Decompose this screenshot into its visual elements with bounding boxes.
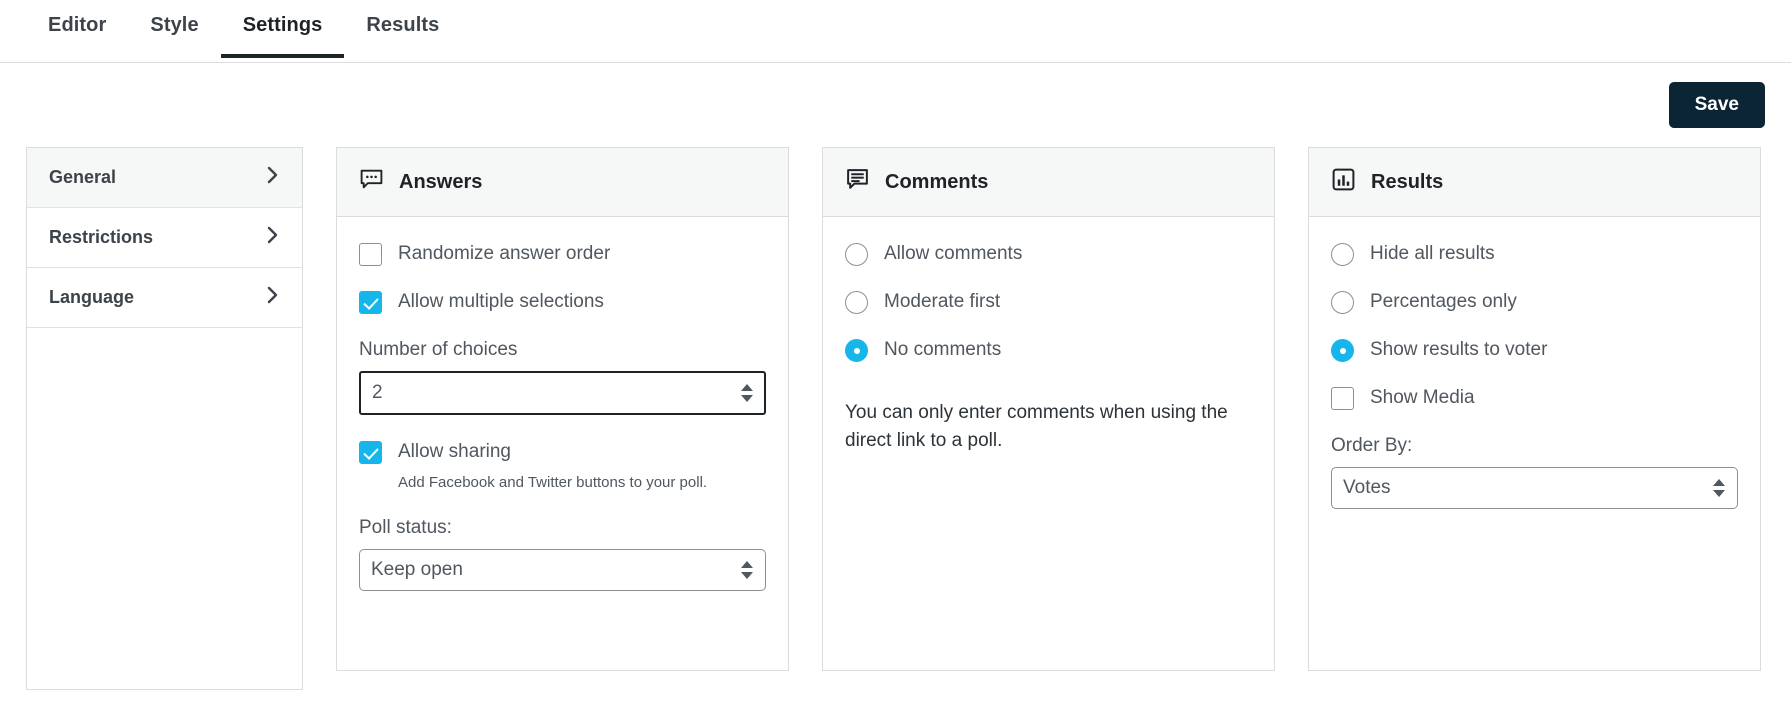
tab-style[interactable]: Style <box>128 0 220 57</box>
sidebar-item-language[interactable]: Language <box>27 268 302 328</box>
sidebar-item-general[interactable]: General <box>27 148 302 208</box>
number-of-choices-input[interactable] <box>359 370 766 415</box>
settings-sidebar: General Restrictions Language <box>26 147 303 690</box>
results-panel-header: Results <box>1309 148 1760 217</box>
chevron-right-icon <box>266 285 280 310</box>
checkbox-allow-sharing[interactable]: Allow sharing <box>359 440 766 464</box>
radio-circle[interactable] <box>845 291 868 314</box>
checkbox-label: Allow multiple selections <box>398 291 604 313</box>
bar-chart-icon <box>1331 167 1356 197</box>
answers-panel: Answers Randomize answer order Allow mul… <box>336 147 789 671</box>
poll-status-label: Poll status: <box>359 517 452 539</box>
number-of-choices-field <box>359 370 766 415</box>
radio-label: Hide all results <box>1370 243 1495 265</box>
comments-panel-header: Comments <box>823 148 1274 217</box>
radio-allow-comments[interactable]: Allow comments <box>845 243 1252 266</box>
radio-hide-all-results[interactable]: Hide all results <box>1331 243 1738 266</box>
answers-panel-body: Randomize answer order Allow multiple se… <box>337 217 788 670</box>
checkbox-randomize-answer-order[interactable]: Randomize answer order <box>359 243 766 266</box>
checkbox-box[interactable] <box>359 291 382 314</box>
number-of-choices-label: Number of choices <box>359 339 518 360</box>
checkbox-label: Randomize answer order <box>398 243 611 265</box>
comments-panel-body: Allow comments Moderate first No comment… <box>823 217 1274 670</box>
radio-label: No comments <box>884 339 1002 361</box>
sidebar-item-label: Language <box>49 286 135 307</box>
main-tab-bar: Editor Style Settings Results <box>0 0 1791 63</box>
checkbox-label: Show Media <box>1370 387 1475 409</box>
sidebar-item-label: Restrictions <box>49 226 154 247</box>
order-by-select[interactable] <box>1331 466 1738 509</box>
radio-moderate-first[interactable]: Moderate first <box>845 291 1252 314</box>
checkbox-box[interactable] <box>1331 387 1354 410</box>
radio-show-results-to-voter[interactable]: Show results to voter <box>1331 339 1738 362</box>
radio-label: Show results to voter <box>1370 339 1548 361</box>
radio-circle[interactable] <box>845 243 868 266</box>
chevron-right-icon <box>266 165 280 190</box>
panel-title: Results <box>1371 171 1444 193</box>
sidebar-item-label: General <box>49 166 117 187</box>
order-by-label: Order By: <box>1331 435 1413 456</box>
save-button[interactable]: Save <box>1668 81 1765 129</box>
comment-lines-icon <box>845 167 870 197</box>
checkbox-allow-multiple-selections[interactable]: Allow multiple selections <box>359 291 766 314</box>
radio-circle[interactable] <box>1331 291 1354 314</box>
poll-status-field <box>359 549 766 592</box>
panel-title: Answers <box>399 171 483 193</box>
answers-panel-header: Answers <box>337 148 788 217</box>
results-panel: Results Hide all results Percentages onl… <box>1308 147 1761 671</box>
tab-editor[interactable]: Editor <box>26 0 128 57</box>
checkbox-box[interactable] <box>359 440 382 464</box>
settings-columns: General Restrictions Language Answers Ra… <box>0 147 1791 690</box>
order-by-field <box>1331 466 1738 509</box>
tab-results[interactable]: Results <box>344 0 461 57</box>
radio-circle[interactable] <box>1331 339 1354 362</box>
results-panel-body: Hide all results Percentages only Show r… <box>1309 217 1760 670</box>
allow-sharing-helper-text: Add Facebook and Twitter buttons to your… <box>398 473 708 491</box>
radio-label: Allow comments <box>884 243 1023 265</box>
comments-panel: Comments Allow comments Moderate first N… <box>822 147 1275 671</box>
comments-note: You can only enter comments when using t… <box>845 402 1228 451</box>
radio-label: Percentages only <box>1370 291 1517 313</box>
speech-bubble-dots-icon <box>359 167 384 197</box>
sidebar-item-restrictions[interactable]: Restrictions <box>27 208 302 268</box>
checkbox-box[interactable] <box>359 243 382 266</box>
radio-circle[interactable] <box>845 339 868 362</box>
radio-no-comments[interactable]: No comments <box>845 339 1252 362</box>
save-toolbar: Save <box>0 63 1791 147</box>
radio-percentages-only[interactable]: Percentages only <box>1331 291 1738 314</box>
checkbox-label: Allow sharing <box>398 440 511 462</box>
chevron-right-icon <box>266 225 280 250</box>
poll-status-select[interactable] <box>359 549 766 592</box>
checkbox-show-media[interactable]: Show Media <box>1331 387 1738 410</box>
radio-label: Moderate first <box>884 291 1001 313</box>
radio-circle[interactable] <box>1331 243 1354 266</box>
panel-title: Comments <box>885 171 989 193</box>
tab-settings[interactable]: Settings <box>220 0 345 58</box>
